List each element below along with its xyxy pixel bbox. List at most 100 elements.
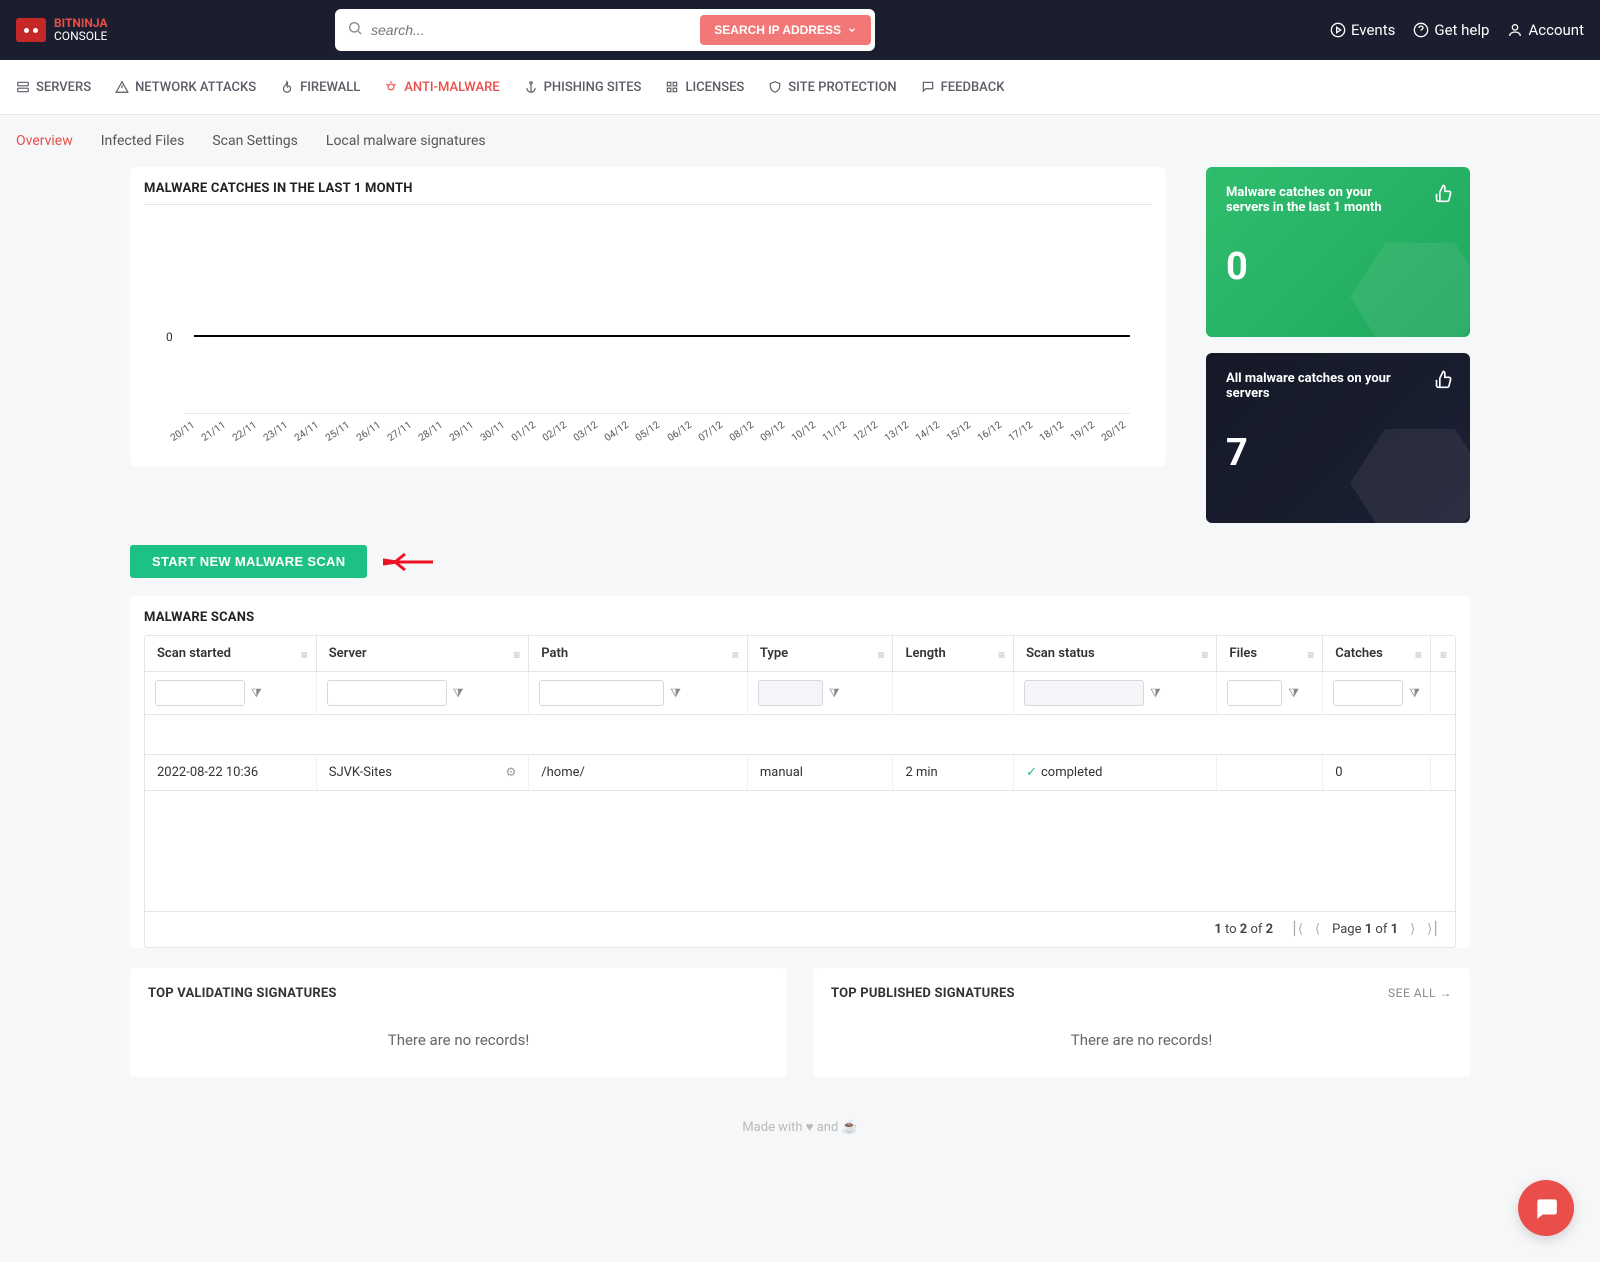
logo-icon xyxy=(16,18,46,42)
filter-row: ⧩ ⧩ ⧩ ⧩ ⧩ ⧩ ⧩ xyxy=(145,672,1455,715)
th-server[interactable]: Server≡ xyxy=(316,636,529,672)
subtab-overview[interactable]: Overview xyxy=(16,133,73,149)
cell-catches: 0 xyxy=(1323,755,1431,791)
page-last-icon[interactable]: ⟩⎮ xyxy=(1427,922,1439,937)
menu-icon[interactable]: ≡ xyxy=(877,648,884,662)
grid-icon xyxy=(665,80,679,94)
chart-x-tick: 05/12 xyxy=(634,420,662,444)
menu-icon[interactable]: ≡ xyxy=(513,648,520,662)
nav-firewall[interactable]: FIREWALL xyxy=(280,80,360,95)
menu-icon[interactable]: ≡ xyxy=(1307,648,1314,662)
menu-icon[interactable]: ≡ xyxy=(301,648,308,662)
bug-icon xyxy=(384,80,398,94)
chart-x-tick: 14/12 xyxy=(914,420,942,444)
chat-button[interactable] xyxy=(1518,1180,1574,1236)
thumb-up-icon xyxy=(1434,183,1454,208)
chart-line xyxy=(194,335,1130,337)
filter-type[interactable] xyxy=(758,680,823,706)
th-catches[interactable]: Catches≡ xyxy=(1323,636,1431,672)
account-link[interactable]: Account xyxy=(1507,21,1584,39)
filter-catches[interactable] xyxy=(1333,680,1403,706)
help-link[interactable]: Get help xyxy=(1413,21,1489,39)
chart-x-tick: 10/12 xyxy=(789,420,817,444)
th-scan-started[interactable]: Scan started≡ xyxy=(145,636,316,672)
filter-files[interactable] xyxy=(1227,680,1282,706)
chart-x-tick: 11/12 xyxy=(821,420,849,444)
th-status[interactable]: Scan status≡ xyxy=(1014,636,1217,672)
see-all-link[interactable]: SEE ALL → xyxy=(1388,986,1452,1000)
page-first-icon[interactable]: ⎮⟨ xyxy=(1291,922,1303,937)
cell-files xyxy=(1217,755,1323,791)
alert-icon xyxy=(115,80,129,94)
chart-x-tick: 16/12 xyxy=(976,420,1004,444)
top-header: BITNINJA CONSOLE SEARCH IP ADDRESS Event… xyxy=(0,0,1600,60)
chart-x-tick: 17/12 xyxy=(1007,420,1035,444)
stat-card-month[interactable]: Malware catches on your servers in the l… xyxy=(1206,167,1470,337)
search-ip-label: SEARCH IP ADDRESS xyxy=(714,23,841,37)
th-actions[interactable]: ≡ xyxy=(1430,636,1455,672)
user-icon xyxy=(1507,22,1523,38)
nav-servers[interactable]: SERVERS xyxy=(16,80,91,95)
chart-x-tick: 12/12 xyxy=(852,420,880,444)
menu-icon[interactable]: ≡ xyxy=(1415,648,1422,662)
menu-icon[interactable]: ≡ xyxy=(998,648,1005,662)
feedback-icon xyxy=(921,80,935,94)
subtab-infected-files[interactable]: Infected Files xyxy=(101,133,185,149)
chart-x-tick: 13/12 xyxy=(883,420,911,444)
filter-icon[interactable]: ⧩ xyxy=(251,686,262,701)
menu-icon[interactable]: ≡ xyxy=(1201,648,1208,662)
filter-server[interactable] xyxy=(327,680,447,706)
filter-icon[interactable]: ⧩ xyxy=(1409,686,1420,701)
anchor-icon xyxy=(524,80,538,94)
th-files[interactable]: Files≡ xyxy=(1217,636,1323,672)
play-circle-icon xyxy=(1330,22,1346,38)
chart-x-tick: 25/11 xyxy=(324,420,352,444)
filter-icon[interactable]: ⧩ xyxy=(670,686,681,701)
subtab-local-signatures[interactable]: Local malware signatures xyxy=(326,133,486,149)
chart-x-tick: 18/12 xyxy=(1038,420,1066,444)
nav-anti-malware[interactable]: ANTI-MALWARE xyxy=(384,80,499,95)
scans-title: MALWARE SCANS xyxy=(144,610,1456,625)
filter-icon[interactable]: ⧩ xyxy=(1288,686,1299,701)
stat-title-month: Malware catches on your servers in the l… xyxy=(1226,185,1396,215)
gear-icon[interactable]: ⚙ xyxy=(506,765,517,779)
filter-icon[interactable]: ⧩ xyxy=(829,686,840,701)
nav-feedback[interactable]: FEEDBACK xyxy=(921,80,1005,95)
nav-site-protection[interactable]: SITE PROTECTION xyxy=(768,80,896,95)
filter-scan-started[interactable] xyxy=(155,680,245,706)
chat-icon xyxy=(1533,1195,1559,1221)
nav-phishing[interactable]: PHISHING SITES xyxy=(524,80,642,95)
logo-text: BITNINJA CONSOLE xyxy=(54,17,108,43)
table-row[interactable]: 2022-08-22 10:36 SJVK-Sites⚙ /home/ manu… xyxy=(145,755,1455,791)
filter-status[interactable] xyxy=(1024,680,1144,706)
th-length[interactable]: Length≡ xyxy=(893,636,1014,672)
search-ip-button[interactable]: SEARCH IP ADDRESS xyxy=(700,15,871,45)
chart-x-tick: 23/11 xyxy=(262,420,290,444)
start-scan-button[interactable]: START NEW MALWARE SCAN xyxy=(130,545,367,578)
search-input[interactable] xyxy=(371,22,700,38)
nav-licenses[interactable]: LICENSES xyxy=(665,80,744,95)
subtab-scan-settings[interactable]: Scan Settings xyxy=(212,133,298,149)
filter-icon[interactable]: ⧩ xyxy=(453,686,464,701)
chart-x-tick: 29/11 xyxy=(448,420,476,444)
header-links: Events Get help Account xyxy=(1330,21,1584,39)
chart-x-tick: 04/12 xyxy=(603,420,631,444)
help-label: Get help xyxy=(1434,21,1489,39)
logo[interactable]: BITNINJA CONSOLE xyxy=(16,17,108,43)
th-type[interactable]: Type≡ xyxy=(747,636,893,672)
chart-x-tick: 22/11 xyxy=(231,420,259,444)
stat-card-all[interactable]: All malware catches on your servers 7 xyxy=(1206,353,1470,523)
chart-x-tick: 20/11 xyxy=(169,420,197,444)
filter-icon[interactable]: ⧩ xyxy=(1150,686,1161,701)
logo-console: CONSOLE xyxy=(54,29,107,43)
page-prev-icon[interactable]: ⟨ xyxy=(1315,922,1320,937)
events-link[interactable]: Events xyxy=(1330,21,1395,39)
chart-x-tick: 01/12 xyxy=(510,420,538,444)
filter-path[interactable] xyxy=(539,680,664,706)
th-path[interactable]: Path≡ xyxy=(529,636,748,672)
menu-icon[interactable]: ≡ xyxy=(1440,648,1447,662)
page-next-icon[interactable]: ⟩ xyxy=(1410,922,1415,937)
nav-network-attacks[interactable]: NETWORK ATTACKS xyxy=(115,80,256,95)
menu-icon[interactable]: ≡ xyxy=(732,648,739,662)
chart-x-tick: 02/12 xyxy=(541,420,569,444)
